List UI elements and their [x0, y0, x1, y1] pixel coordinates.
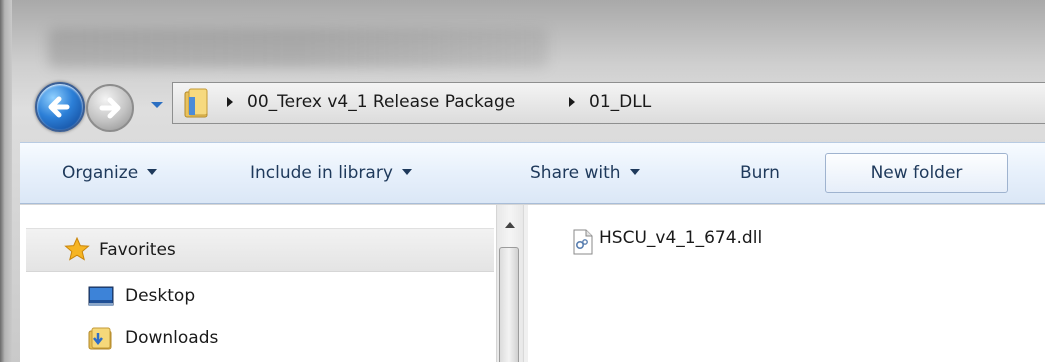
blurred-title-area: [48, 28, 548, 68]
sidebar-item-label: Desktop: [125, 286, 196, 306]
include-in-library-button[interactable]: Include in library: [250, 143, 412, 203]
scrollbar-thumb[interactable]: [499, 247, 519, 362]
window-frame-edge: [0, 0, 12, 362]
share-with-label: Share with: [530, 163, 621, 183]
sidebar-item-favorites[interactable]: Favorites: [26, 228, 494, 272]
chevron-down-icon[interactable]: [150, 100, 164, 110]
file-name: HSCU_v4_1_674.dll: [599, 228, 763, 248]
caret-down-icon: [401, 169, 412, 175]
include-in-library-label: Include in library: [250, 163, 393, 183]
dll-file-icon: [573, 229, 593, 255]
desktop-icon: [88, 286, 114, 306]
burn-button[interactable]: Burn: [740, 143, 780, 203]
caret-down-icon: [629, 169, 640, 175]
star-icon: [64, 237, 90, 261]
breadcrumb-separator-icon[interactable]: [225, 94, 235, 110]
scroll-up-arrow-icon[interactable]: [505, 222, 515, 228]
organize-button[interactable]: Organize: [62, 143, 158, 203]
folder-icon: [184, 88, 208, 118]
back-button[interactable]: [35, 82, 85, 132]
downloads-folder-icon: [88, 327, 112, 350]
caret-down-icon: [147, 169, 158, 175]
command-bar: Organize Include in library Share with B…: [20, 142, 1045, 204]
forward-button[interactable]: [86, 84, 134, 132]
address-bar[interactable]: 00_Terex v4_1 Release Package 01_DLL: [172, 82, 1045, 124]
sidebar-item-label: Downloads: [125, 328, 219, 348]
new-folder-button[interactable]: New folder: [825, 153, 1008, 193]
back-arrow-icon: [48, 96, 70, 118]
explorer-window: 00_Terex v4_1 Release Package 01_DLL Org…: [0, 0, 1045, 362]
breadcrumb-separator-icon[interactable]: [567, 94, 577, 110]
share-with-button[interactable]: Share with: [530, 143, 640, 203]
forward-arrow-icon: [99, 97, 121, 119]
breadcrumb-item[interactable]: 00_Terex v4_1 Release Package: [247, 92, 515, 112]
breadcrumb-item[interactable]: 01_DLL: [589, 92, 651, 112]
navigation-scrollbar[interactable]: [496, 205, 523, 362]
organize-label: Organize: [62, 163, 139, 183]
sidebar-item-label: Favorites: [99, 240, 176, 260]
